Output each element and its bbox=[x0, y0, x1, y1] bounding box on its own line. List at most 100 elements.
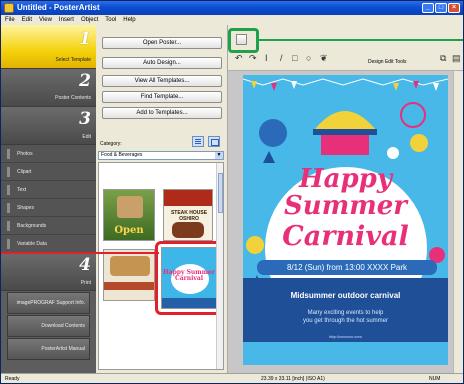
step-number: 2 bbox=[79, 71, 91, 91]
step-number: 3 bbox=[79, 109, 91, 129]
step-label: Edit bbox=[82, 134, 91, 140]
status-bar: Ready 23.39 x 33.11 [inch] (ISO A1) NUM bbox=[1, 373, 463, 383]
poster-title-carnival[interactable]: Carnival bbox=[243, 221, 448, 252]
view-all-templates-button[interactable]: View All Templates... bbox=[102, 75, 222, 87]
carnival-illustration bbox=[259, 102, 428, 163]
edit-item-clipart[interactable]: Clipart bbox=[1, 163, 96, 181]
find-template-button[interactable]: Find Template... bbox=[102, 91, 222, 103]
item-marker bbox=[7, 149, 10, 159]
edit-item-backgrounds[interactable]: Backgrounds bbox=[1, 217, 96, 235]
food-image bbox=[117, 196, 143, 218]
menu-help[interactable]: Help bbox=[123, 15, 135, 25]
item-marker bbox=[7, 185, 10, 195]
menu-view[interactable]: View bbox=[39, 15, 52, 25]
category-label: Category: bbox=[100, 141, 122, 147]
callout-line-red bbox=[1, 252, 159, 254]
template-thumbnail-steak[interactable]: STEAK HOUSE OSHIRO bbox=[163, 189, 213, 241]
auto-design-button[interactable]: Auto Design... bbox=[102, 57, 222, 69]
poster-title-happy[interactable]: Happy bbox=[243, 164, 448, 194]
item-marker bbox=[7, 239, 10, 249]
template-thumbnail-open[interactable]: Open bbox=[103, 189, 155, 241]
edit-item-label: Backgrounds bbox=[17, 223, 47, 229]
edit-item-label: Variable Data bbox=[17, 241, 47, 247]
support-info-button[interactable]: imagePROGRAF Support Info. bbox=[7, 292, 90, 314]
poster-subtitle[interactable]: Midsummer outdoor carnival bbox=[243, 291, 448, 300]
chevron-down-icon[interactable]: ▼ bbox=[215, 152, 223, 159]
callout-line-green bbox=[259, 39, 463, 41]
editor-toolbar: ↶ ↷ I / □ ○ ❦ ⧉ ▤ bbox=[228, 25, 463, 71]
thumbnail-text: STEAK HOUSE OSHIRO bbox=[170, 210, 208, 222]
item-marker bbox=[7, 167, 10, 177]
food-image bbox=[110, 256, 150, 276]
thumbnail-view-icon[interactable] bbox=[208, 136, 220, 147]
minimize-icon[interactable]: _ bbox=[422, 3, 434, 13]
line-tool-icon[interactable]: / bbox=[280, 53, 283, 64]
thumbnail-band bbox=[104, 282, 154, 290]
menu-edit[interactable]: Edit bbox=[22, 15, 32, 25]
clipart-tool-icon[interactable]: ❦ bbox=[320, 53, 328, 64]
selection-highlight bbox=[155, 241, 223, 315]
list-view-icon[interactable] bbox=[192, 136, 204, 147]
menu-object[interactable]: Object bbox=[81, 15, 98, 25]
copy-icon[interactable]: ⧉ bbox=[440, 53, 446, 64]
scrollbar-thumb[interactable] bbox=[218, 173, 223, 213]
template-thumbnails: Open STEAK HOUSE OSHIRO Happy Summer Car… bbox=[98, 162, 224, 370]
edit-item-label: Text bbox=[17, 187, 27, 193]
close-icon[interactable]: × bbox=[448, 3, 460, 13]
thumbnail-scrollbar[interactable] bbox=[216, 163, 223, 369]
item-marker bbox=[7, 203, 10, 213]
paste-icon[interactable]: ▤ bbox=[452, 53, 461, 64]
maximize-icon[interactable]: □ bbox=[435, 3, 447, 13]
edit-item-shapes[interactable]: Shapes bbox=[1, 199, 96, 217]
description-line: you get through the hot summer bbox=[302, 318, 389, 324]
app-window: Untitled - PosterArtist _ □ × File Edit … bbox=[0, 0, 464, 384]
step-label: Print bbox=[80, 280, 91, 286]
item-marker bbox=[7, 221, 10, 231]
edit-item-label: Photos bbox=[17, 151, 33, 157]
step-poster-contents[interactable]: 2 Poster Contents bbox=[1, 69, 96, 107]
thumbnail-header bbox=[164, 190, 212, 206]
category-dropdown[interactable]: Food & Beverages ▼ bbox=[98, 151, 224, 160]
poster-url[interactable]: http://xxxxxxx.com bbox=[243, 334, 448, 339]
poster-description[interactable]: Many exciting events to help you get thr… bbox=[243, 309, 448, 325]
edit-item-photos[interactable]: Photos bbox=[1, 145, 96, 163]
design-edit-tools-label[interactable]: Design Edit Tools bbox=[368, 59, 407, 65]
edit-item-variable-data[interactable]: Variable Data bbox=[1, 235, 96, 253]
text-tool-icon[interactable]: I bbox=[265, 53, 268, 64]
open-poster-button[interactable]: Open Poster... bbox=[102, 37, 222, 49]
category-value: Food & Beverages bbox=[101, 152, 143, 158]
manual-button[interactable]: PosterArtist Manual bbox=[7, 338, 90, 360]
title-bar[interactable]: Untitled - PosterArtist _ □ × bbox=[1, 1, 463, 15]
canvas-scrollbar[interactable] bbox=[453, 71, 463, 373]
menu-tool[interactable]: Tool bbox=[105, 15, 116, 25]
ellipse-tool-icon[interactable]: ○ bbox=[306, 53, 311, 64]
step-select-template[interactable]: 1 Select Template bbox=[1, 25, 96, 69]
add-to-templates-button[interactable]: Add to Templates... bbox=[102, 107, 222, 119]
poster-preview[interactable]: Happy Summer Carnival 8/12 (Sun) from 13… bbox=[243, 75, 448, 365]
num-lock-indicator: NUM bbox=[429, 376, 441, 382]
poster-title-summer[interactable]: Summer bbox=[243, 191, 448, 221]
step-label: Select Template bbox=[55, 57, 91, 63]
template-thumbnail-food[interactable] bbox=[103, 249, 155, 301]
app-icon bbox=[4, 3, 14, 13]
edit-subitems: Photos Clipart Text Shapes Backgrounds V… bbox=[1, 145, 96, 253]
edit-item-label: Clipart bbox=[17, 169, 32, 175]
rectangle-tool-icon[interactable]: □ bbox=[292, 53, 297, 64]
status-text: Ready bbox=[5, 376, 20, 382]
poster-date[interactable]: 8/12 (Sun) from 13:00 XXXX Park bbox=[257, 260, 437, 275]
edit-item-label: Shapes bbox=[17, 205, 34, 211]
menu-file[interactable]: File bbox=[5, 15, 15, 25]
step-edit[interactable]: 3 Edit bbox=[1, 107, 96, 145]
menu-insert[interactable]: Insert bbox=[59, 15, 74, 25]
template-panel: Open Poster... Auto Design... View All T… bbox=[96, 25, 228, 373]
download-contents-button[interactable]: Download Contents bbox=[7, 315, 90, 337]
undo-icon[interactable]: ↶ bbox=[235, 53, 243, 64]
steak-image bbox=[172, 222, 204, 238]
step-number: 1 bbox=[79, 29, 91, 49]
edit-item-text[interactable]: Text bbox=[1, 181, 96, 199]
redo-icon[interactable]: ↷ bbox=[249, 53, 257, 64]
step-print[interactable]: 4 Print bbox=[1, 253, 96, 291]
thumbnail-text: Open bbox=[114, 225, 144, 236]
window-controls: _ □ × bbox=[422, 3, 460, 13]
step-navigation: 1 Select Template 2 Poster Contents 3 Ed… bbox=[1, 25, 96, 373]
